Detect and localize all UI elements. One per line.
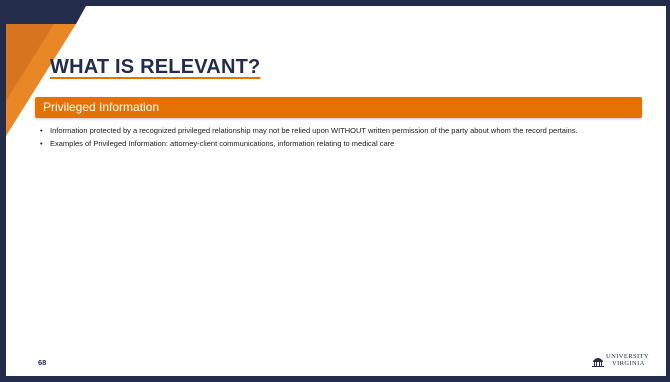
bullet-item: • Examples of Privileged Information: at… bbox=[36, 139, 636, 149]
page-title: WHAT IS RELEVANT? bbox=[50, 56, 261, 78]
bullet-icon: • bbox=[40, 139, 43, 148]
bullet-text: Information protected by a recognized pr… bbox=[50, 126, 578, 135]
slide-frame: WHAT IS RELEVANT? Privileged Information… bbox=[0, 0, 670, 382]
slide: WHAT IS RELEVANT? Privileged Information… bbox=[6, 6, 666, 376]
page-number: 68 bbox=[38, 358, 47, 367]
logo-line-1: UNIVERSITY bbox=[606, 353, 649, 360]
bullet-icon: • bbox=[40, 126, 43, 135]
bullet-item: • Information protected by a recognized … bbox=[36, 126, 636, 136]
rotunda-icon bbox=[592, 358, 604, 367]
university-logo: UNIVERSITY VIRGINIA bbox=[592, 353, 649, 369]
section-banner-label: Privileged Information bbox=[43, 100, 160, 114]
bullet-list: • Information protected by a recognized … bbox=[36, 126, 636, 152]
bullet-text: Examples of Privileged Information: atto… bbox=[50, 139, 395, 148]
logo-line-2: VIRGINIA bbox=[612, 360, 645, 367]
logo-wordmark: UNIVERSITY VIRGINIA bbox=[606, 353, 649, 367]
section-banner: Privileged Information bbox=[35, 97, 642, 118]
